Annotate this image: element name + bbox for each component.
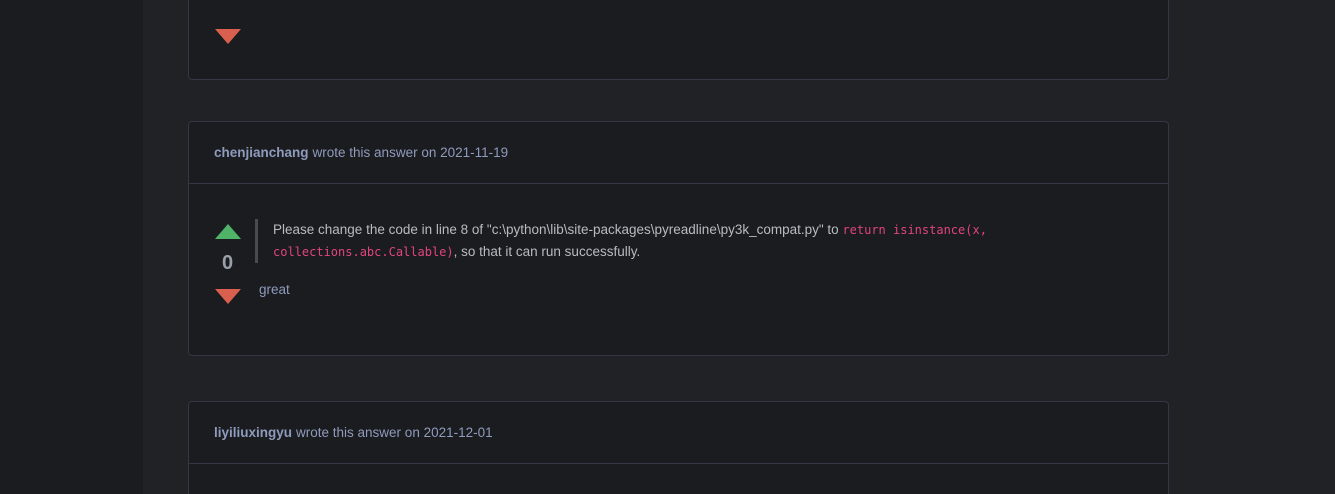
downvote-icon[interactable] — [214, 29, 241, 44]
quote-text: , so that it can run successfully. — [453, 244, 641, 259]
answer-comment: great — [259, 282, 290, 297]
answer-header: chenjianchang wrote this answer on 2021-… — [189, 122, 1168, 184]
vote-controls: 0 — [214, 224, 241, 304]
upvote-icon[interactable] — [214, 224, 241, 239]
author-link[interactable]: chenjianchang — [214, 145, 309, 160]
answer-meta: wrote this answer on 2021-11-19 — [312, 145, 509, 160]
answer-card: liyiliuxingyu wrote this answer on 2021-… — [188, 401, 1169, 494]
author-link[interactable]: liyiliuxingyu — [214, 425, 292, 440]
inline-code: return isinstance(x, — [842, 223, 987, 237]
answer-card-previous — [188, 0, 1169, 80]
vote-controls — [214, 29, 241, 44]
answer-meta: wrote this answer on 2021-12-01 — [296, 425, 493, 440]
answer-card: chenjianchang wrote this answer on 2021-… — [188, 121, 1169, 356]
vote-score: 0 — [221, 252, 234, 274]
page: chenjianchang wrote this answer on 2021-… — [0, 0, 1335, 494]
inline-code: collections.abc.Callable) — [273, 245, 454, 259]
downvote-icon[interactable] — [214, 289, 241, 304]
quote-text: Please change the code in line 8 of "c:\… — [273, 222, 843, 237]
answer-quote: Please change the code in line 8 of "c:\… — [255, 219, 1075, 263]
answer-header: liyiliuxingyu wrote this answer on 2021-… — [189, 402, 1168, 464]
